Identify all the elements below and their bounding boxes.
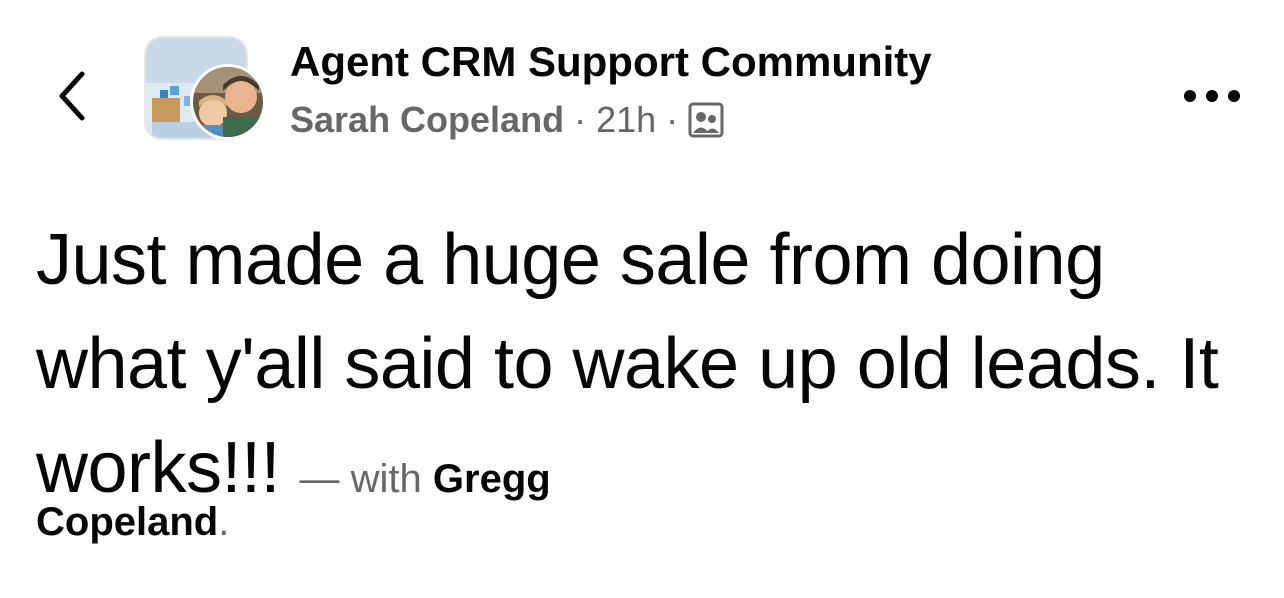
group-name[interactable]: Agent CRM Support Community	[290, 38, 932, 86]
more-options-button[interactable]	[1176, 76, 1248, 116]
group-members-icon	[688, 102, 724, 138]
tagged-person-first[interactable]: Gregg	[433, 457, 551, 501]
post-message: Just made a huge sale from doing what y'…	[36, 220, 1219, 508]
tag-prefix: — with	[299, 457, 422, 501]
back-button[interactable]	[46, 62, 98, 130]
tagged-continuation: Copeland.	[36, 500, 229, 545]
chevron-left-icon	[59, 71, 85, 121]
author-avatar[interactable]	[190, 64, 266, 140]
post-avatars[interactable]	[144, 36, 268, 142]
author-name[interactable]: Sarah Copeland	[290, 99, 564, 141]
post-detail-view: Agent CRM Support Community Sarah Copela…	[0, 0, 1284, 598]
post-body: Just made a huge sale from doing what y'…	[36, 208, 1256, 531]
tagged-person-last[interactable]: Copeland	[36, 500, 218, 544]
meta-separator: ·	[666, 99, 679, 140]
post-meta: Sarah Copeland · 21h ·	[290, 96, 724, 144]
more-horizontal-icon	[1184, 90, 1240, 102]
meta-separator: ·	[574, 99, 587, 140]
post-time[interactable]: 21h	[596, 99, 656, 141]
tag-suffix: .	[218, 500, 230, 544]
